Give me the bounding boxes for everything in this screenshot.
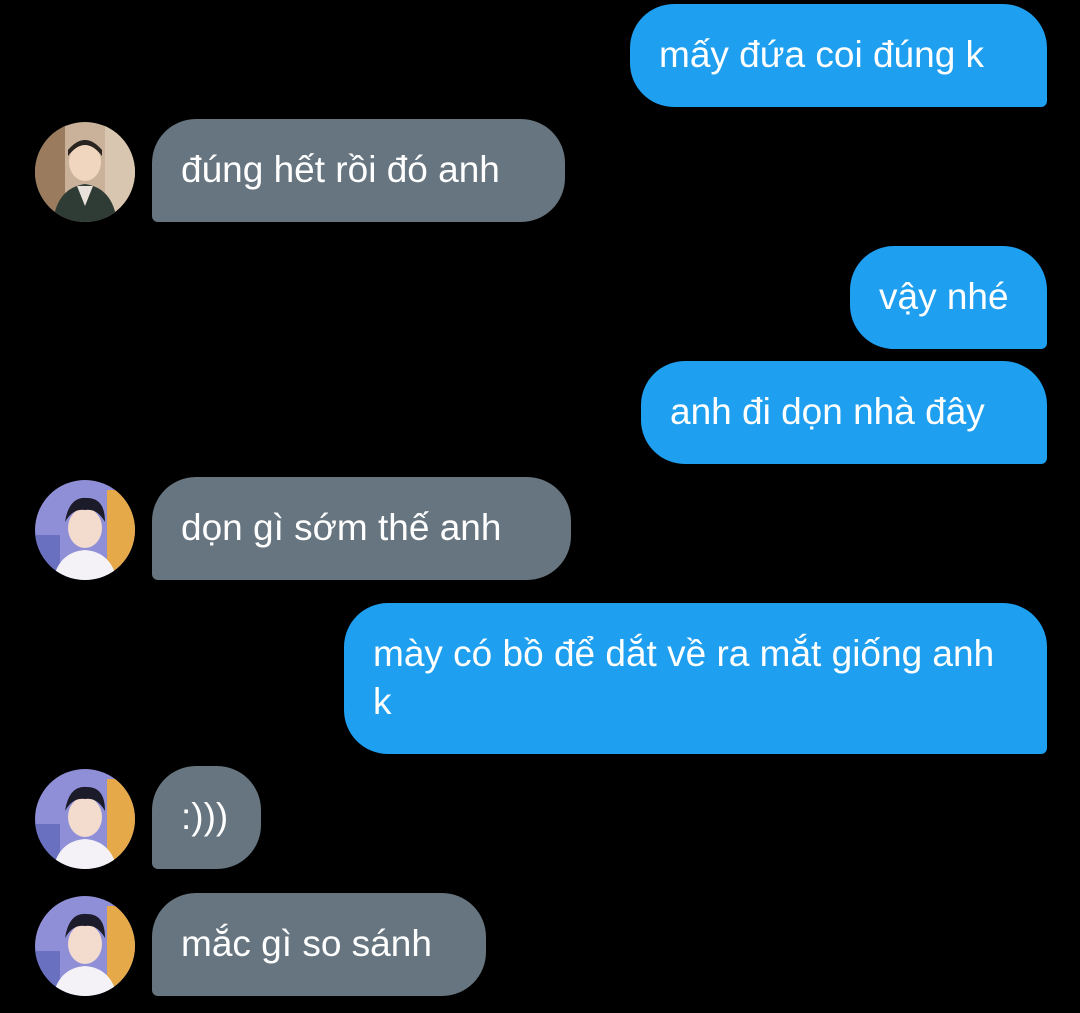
message-text: vậy nhé bbox=[879, 276, 1009, 317]
message-text: mấy đứa coi đúng k bbox=[659, 34, 985, 75]
contact-avatar[interactable] bbox=[35, 896, 135, 996]
outgoing-message[interactable]: mày có bồ để dắt về ra mắt giống anh k bbox=[344, 603, 1047, 754]
message-text: :))) bbox=[181, 796, 229, 837]
message-text: mày có bồ để dắt về ra mắt giống anh k bbox=[373, 633, 995, 722]
avatar-photo-icon bbox=[35, 769, 135, 869]
outgoing-message[interactable]: anh đi dọn nhà đây bbox=[641, 361, 1047, 464]
contact-avatar[interactable] bbox=[35, 769, 135, 869]
outgoing-message[interactable]: vậy nhé bbox=[850, 246, 1047, 349]
avatar-photo-icon bbox=[35, 896, 135, 996]
message-text: dọn gì sớm thế anh bbox=[181, 507, 502, 548]
incoming-message[interactable]: mắc gì so sánh bbox=[152, 893, 486, 996]
contact-avatar[interactable] bbox=[35, 122, 135, 222]
message-text: đúng hết rồi đó anh bbox=[181, 149, 500, 190]
message-text: mắc gì so sánh bbox=[181, 923, 432, 964]
outgoing-message[interactable]: mấy đứa coi đúng k bbox=[630, 4, 1047, 107]
incoming-message[interactable]: đúng hết rồi đó anh bbox=[152, 119, 565, 222]
incoming-message[interactable]: dọn gì sớm thế anh bbox=[152, 477, 571, 580]
contact-avatar[interactable] bbox=[35, 480, 135, 580]
incoming-message[interactable]: :))) bbox=[152, 766, 261, 869]
message-text: anh đi dọn nhà đây bbox=[670, 391, 985, 432]
avatar-photo-icon bbox=[35, 122, 135, 222]
avatar-photo-icon bbox=[35, 480, 135, 580]
